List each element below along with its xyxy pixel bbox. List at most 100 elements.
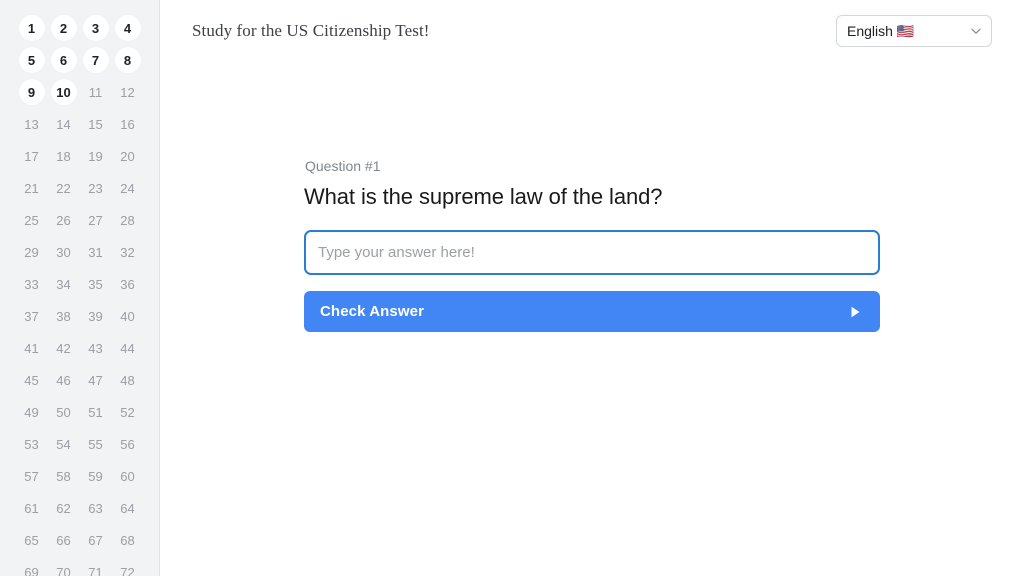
- question-number-25[interactable]: 25: [16, 204, 48, 236]
- question-number-41[interactable]: 41: [16, 332, 48, 364]
- question-number-23[interactable]: 23: [80, 172, 112, 204]
- question-number-label: 46: [56, 372, 71, 388]
- question-number-29[interactable]: 29: [16, 236, 48, 268]
- question-number-label: 24: [120, 180, 135, 196]
- question-number-6[interactable]: 6: [48, 44, 80, 76]
- question-number-19[interactable]: 19: [80, 140, 112, 172]
- question-number-label: 53: [24, 436, 39, 452]
- question-number-2[interactable]: 2: [48, 12, 80, 44]
- question-number-label: 58: [56, 468, 71, 484]
- question-number-15[interactable]: 15: [80, 108, 112, 140]
- question-number-10[interactable]: 10: [48, 76, 80, 108]
- question-number-3[interactable]: 3: [80, 12, 112, 44]
- question-number-58[interactable]: 58: [48, 460, 80, 492]
- question-number-label: 8: [114, 47, 141, 73]
- question-number-26[interactable]: 26: [48, 204, 80, 236]
- question-number-label: 52: [120, 404, 135, 420]
- question-number-label: 48: [120, 372, 135, 388]
- question-number-16[interactable]: 16: [112, 108, 144, 140]
- question-number-68[interactable]: 68: [112, 524, 144, 556]
- question-number-label: 38: [56, 308, 71, 324]
- question-number-label: 68: [120, 532, 135, 548]
- question-number-59[interactable]: 59: [80, 460, 112, 492]
- question-number-label: 32: [120, 244, 135, 260]
- question-number-label: 35: [88, 276, 103, 292]
- question-number-45[interactable]: 45: [16, 364, 48, 396]
- question-number-27[interactable]: 27: [80, 204, 112, 236]
- question-number-label: 1: [18, 15, 45, 41]
- question-number-71[interactable]: 71: [80, 556, 112, 576]
- question-number-50[interactable]: 50: [48, 396, 80, 428]
- question-number-69[interactable]: 69: [16, 556, 48, 576]
- language-selector[interactable]: English 🇺🇸: [836, 15, 992, 47]
- question-number-40[interactable]: 40: [112, 300, 144, 332]
- question-number-55[interactable]: 55: [80, 428, 112, 460]
- question-number-32[interactable]: 32: [112, 236, 144, 268]
- question-number-70[interactable]: 70: [48, 556, 80, 576]
- question-number-12[interactable]: 12: [112, 76, 144, 108]
- question-number-65[interactable]: 65: [16, 524, 48, 556]
- question-number-20[interactable]: 20: [112, 140, 144, 172]
- question-number-37[interactable]: 37: [16, 300, 48, 332]
- question-number-14[interactable]: 14: [48, 108, 80, 140]
- question-number-62[interactable]: 62: [48, 492, 80, 524]
- question-number-57[interactable]: 57: [16, 460, 48, 492]
- question-number-label: 14: [56, 116, 71, 132]
- question-number-5[interactable]: 5: [16, 44, 48, 76]
- question-number-4[interactable]: 4: [112, 12, 144, 44]
- question-number-48[interactable]: 48: [112, 364, 144, 396]
- question-number-label: 11: [88, 84, 103, 100]
- question-number-grid: 1 2 3 4 5 6 7 8 9 10 11 12 13 14 15 16 17 18 19 20 21 22 23 24 2…: [0, 0, 159, 576]
- question-number-34[interactable]: 34: [48, 268, 80, 300]
- question-number-label: 44: [120, 340, 135, 356]
- question-number-30[interactable]: 30: [48, 236, 80, 268]
- question-number-22[interactable]: 22: [48, 172, 80, 204]
- question-number-52[interactable]: 52: [112, 396, 144, 428]
- question-number-8[interactable]: 8: [112, 44, 144, 76]
- question-number-31[interactable]: 31: [80, 236, 112, 268]
- question-number-54[interactable]: 54: [48, 428, 80, 460]
- language-select[interactable]: English 🇺🇸: [836, 15, 992, 47]
- question-number-72[interactable]: 72: [112, 556, 144, 576]
- question-number-1[interactable]: 1: [16, 12, 48, 44]
- question-number-61[interactable]: 61: [16, 492, 48, 524]
- question-number-47[interactable]: 47: [80, 364, 112, 396]
- question-text: What is the supreme law of the land?: [304, 183, 663, 209]
- question-number-label: 50: [56, 404, 71, 420]
- question-number-17[interactable]: 17: [16, 140, 48, 172]
- question-number-51[interactable]: 51: [80, 396, 112, 428]
- question-number-35[interactable]: 35: [80, 268, 112, 300]
- question-number-42[interactable]: 42: [48, 332, 80, 364]
- question-number-33[interactable]: 33: [16, 268, 48, 300]
- question-number-43[interactable]: 43: [80, 332, 112, 364]
- question-number-label: 69: [24, 564, 39, 576]
- question-number-24[interactable]: 24: [112, 172, 144, 204]
- question-number-56[interactable]: 56: [112, 428, 144, 460]
- question-number-21[interactable]: 21: [16, 172, 48, 204]
- question-number-18[interactable]: 18: [48, 140, 80, 172]
- question-number-13[interactable]: 13: [16, 108, 48, 140]
- question-number-66[interactable]: 66: [48, 524, 80, 556]
- question-number-11[interactable]: 11: [80, 76, 112, 108]
- question-number-7[interactable]: 7: [80, 44, 112, 76]
- question-number-46[interactable]: 46: [48, 364, 80, 396]
- question-number-9[interactable]: 9: [16, 76, 48, 108]
- question-number-67[interactable]: 67: [80, 524, 112, 556]
- answer-input[interactable]: [304, 230, 880, 276]
- question-number-39[interactable]: 39: [80, 300, 112, 332]
- question-number-label: 71: [88, 564, 103, 576]
- question-number-44[interactable]: 44: [112, 332, 144, 364]
- check-answer-button[interactable]: Check Answer: [304, 291, 880, 333]
- question-number-label: 10: [50, 79, 77, 105]
- question-number-64[interactable]: 64: [112, 492, 144, 524]
- question-number-49[interactable]: 49: [16, 396, 48, 428]
- question-number-63[interactable]: 63: [80, 492, 112, 524]
- question-number-38[interactable]: 38: [48, 300, 80, 332]
- question-number-label: 63: [88, 500, 103, 516]
- question-number-label: 9: [18, 79, 45, 105]
- question-number-28[interactable]: 28: [112, 204, 144, 236]
- question-number-60[interactable]: 60: [112, 460, 144, 492]
- question-number-53[interactable]: 53: [16, 428, 48, 460]
- question-number-label: 51: [88, 404, 103, 420]
- question-number-36[interactable]: 36: [112, 268, 144, 300]
